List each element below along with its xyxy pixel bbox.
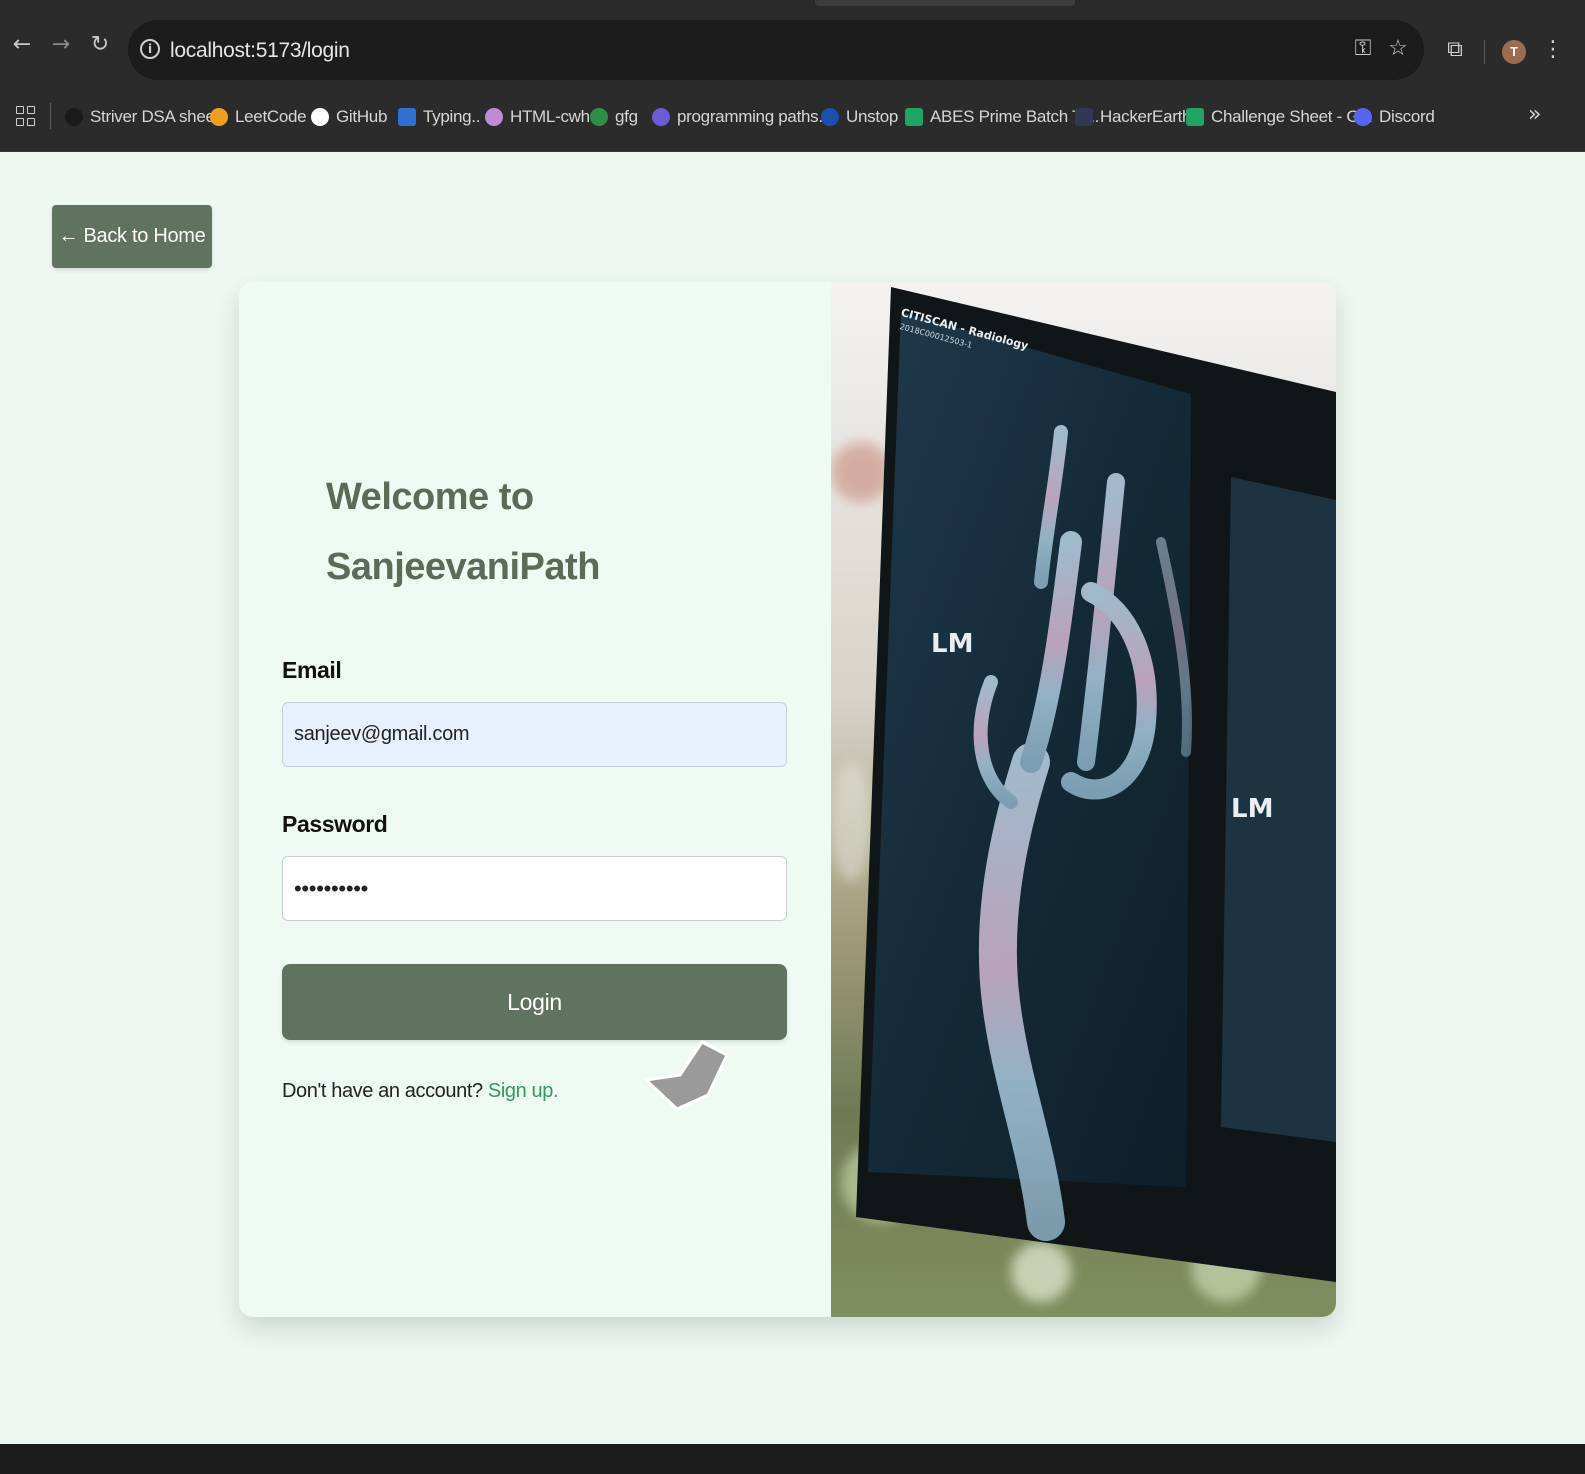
extensions-icon[interactable]: ⧉ (1440, 35, 1470, 65)
menu-kebab-icon[interactable]: ⋮ (1538, 35, 1568, 65)
bookmark-item[interactable]: Discord (1354, 104, 1435, 130)
bookmark-label: ABES Prime Batch Tr... (930, 107, 1100, 126)
bookmark-item[interactable]: programming paths... (652, 104, 832, 130)
signup-row: Don't have an account? Sign up. (282, 1080, 559, 1103)
bookmark-item[interactable]: HTML-cwh (485, 104, 590, 130)
password-label: Password (282, 811, 388, 837)
xray-image: LM LM CITISCAN - Radiology 2018C00012503… (831, 282, 1336, 1317)
bookmarks-bar: Striver DSA sheet LeetCode GitHub Typing.. H… (0, 90, 1585, 152)
bookmark-item[interactable]: LeetCode (210, 104, 307, 130)
back-to-home-button[interactable]: ← Back to Home (52, 205, 212, 268)
discord-icon (1354, 108, 1372, 126)
cwh-icon (485, 108, 503, 126)
programming-paths-icon (652, 108, 670, 126)
star-icon[interactable]: ☆ (1383, 34, 1413, 64)
back-arrow-icon[interactable]: ← (5, 28, 39, 62)
github-icon (311, 108, 329, 126)
forward-arrow-icon[interactable]: → (44, 28, 78, 62)
welcome-line-1: Welcome to (326, 476, 534, 518)
bookmark-label: Discord (1379, 107, 1435, 126)
login-page: ← Back to Home Welcome to SanjeevaniPath… (0, 152, 1585, 1444)
mouse-cursor-icon (644, 1040, 729, 1111)
bookmark-item[interactable]: Unstop (821, 104, 898, 130)
film-marker-right: LM (1231, 794, 1273, 824)
bookmark-label: gfg (615, 107, 638, 126)
login-card: Welcome to SanjeevaniPath Email Password… (239, 282, 1336, 1317)
xray-illustration: LM LM (856, 287, 1336, 1282)
profile-avatar[interactable]: T (1502, 40, 1526, 64)
striver-icon (65, 108, 83, 126)
bottom-edge (0, 1444, 1585, 1474)
bookmark-item[interactable]: Challenge Sheet - G... (1186, 104, 1373, 130)
bookmark-item[interactable]: ABES Prime Batch Tr... (905, 104, 1099, 130)
bookmark-label: Striver DSA sheet (90, 107, 220, 126)
toolbar-divider (1484, 40, 1485, 64)
bookmark-label: Challenge Sheet - G... (1211, 107, 1373, 126)
reload-icon[interactable]: ↻ (83, 28, 117, 62)
more-bookmarks-icon[interactable]: » (1528, 102, 1541, 127)
welcome-heading: Welcome to SanjeevaniPath (326, 462, 600, 602)
bookmarks-divider (50, 103, 51, 129)
sheets-icon (905, 108, 923, 126)
signup-link[interactable]: Sign up. (488, 1080, 559, 1102)
hackerearth-icon (1075, 108, 1093, 126)
bookmark-item[interactable]: Striver DSA sheet (65, 104, 219, 130)
bookmark-label: Typing.. (423, 107, 481, 126)
password-field[interactable] (282, 856, 787, 921)
url-text[interactable]: localhost:5173/login (170, 39, 350, 63)
bookmark-label: programming paths... (677, 107, 832, 126)
signup-prompt: Don't have an account? (282, 1080, 483, 1102)
bookmark-label: LeetCode (235, 107, 307, 126)
bookmark-item[interactable]: gfg (590, 104, 638, 130)
email-field[interactable] (282, 702, 787, 767)
address-bar[interactable]: i localhost:5173/login ⚿ ☆ (128, 20, 1424, 80)
sheets-icon (1186, 108, 1204, 126)
bookmark-item[interactable]: HackerEarth (1075, 104, 1191, 130)
site-info-icon[interactable]: i (140, 39, 160, 59)
unstop-icon (821, 108, 839, 126)
apps-grid-icon[interactable] (16, 106, 36, 126)
bookmark-item[interactable]: Typing.. (398, 104, 480, 130)
gfg-icon (590, 108, 608, 126)
bookmark-label: HackerEarth (1100, 107, 1192, 126)
bookmark-item[interactable]: GitHub (311, 104, 387, 130)
email-label: Email (282, 657, 342, 683)
key-icon[interactable]: ⚿ (1348, 34, 1378, 64)
browser-toolbar: ← → ↻ i localhost:5173/login ⚿ ☆ ⧉ T ⋮ (0, 6, 1585, 90)
leetcode-icon (210, 108, 228, 126)
bookmark-label: Unstop (846, 107, 899, 126)
bookmark-label: HTML-cwh (510, 107, 590, 126)
film-marker: LM (931, 629, 973, 659)
typing-icon (398, 108, 416, 126)
login-form: Welcome to SanjeevaniPath Email Password… (239, 282, 831, 1317)
bookmark-label: GitHub (336, 107, 388, 126)
brand-name: SanjeevaniPath (326, 546, 600, 588)
login-button[interactable]: Login (282, 964, 787, 1040)
